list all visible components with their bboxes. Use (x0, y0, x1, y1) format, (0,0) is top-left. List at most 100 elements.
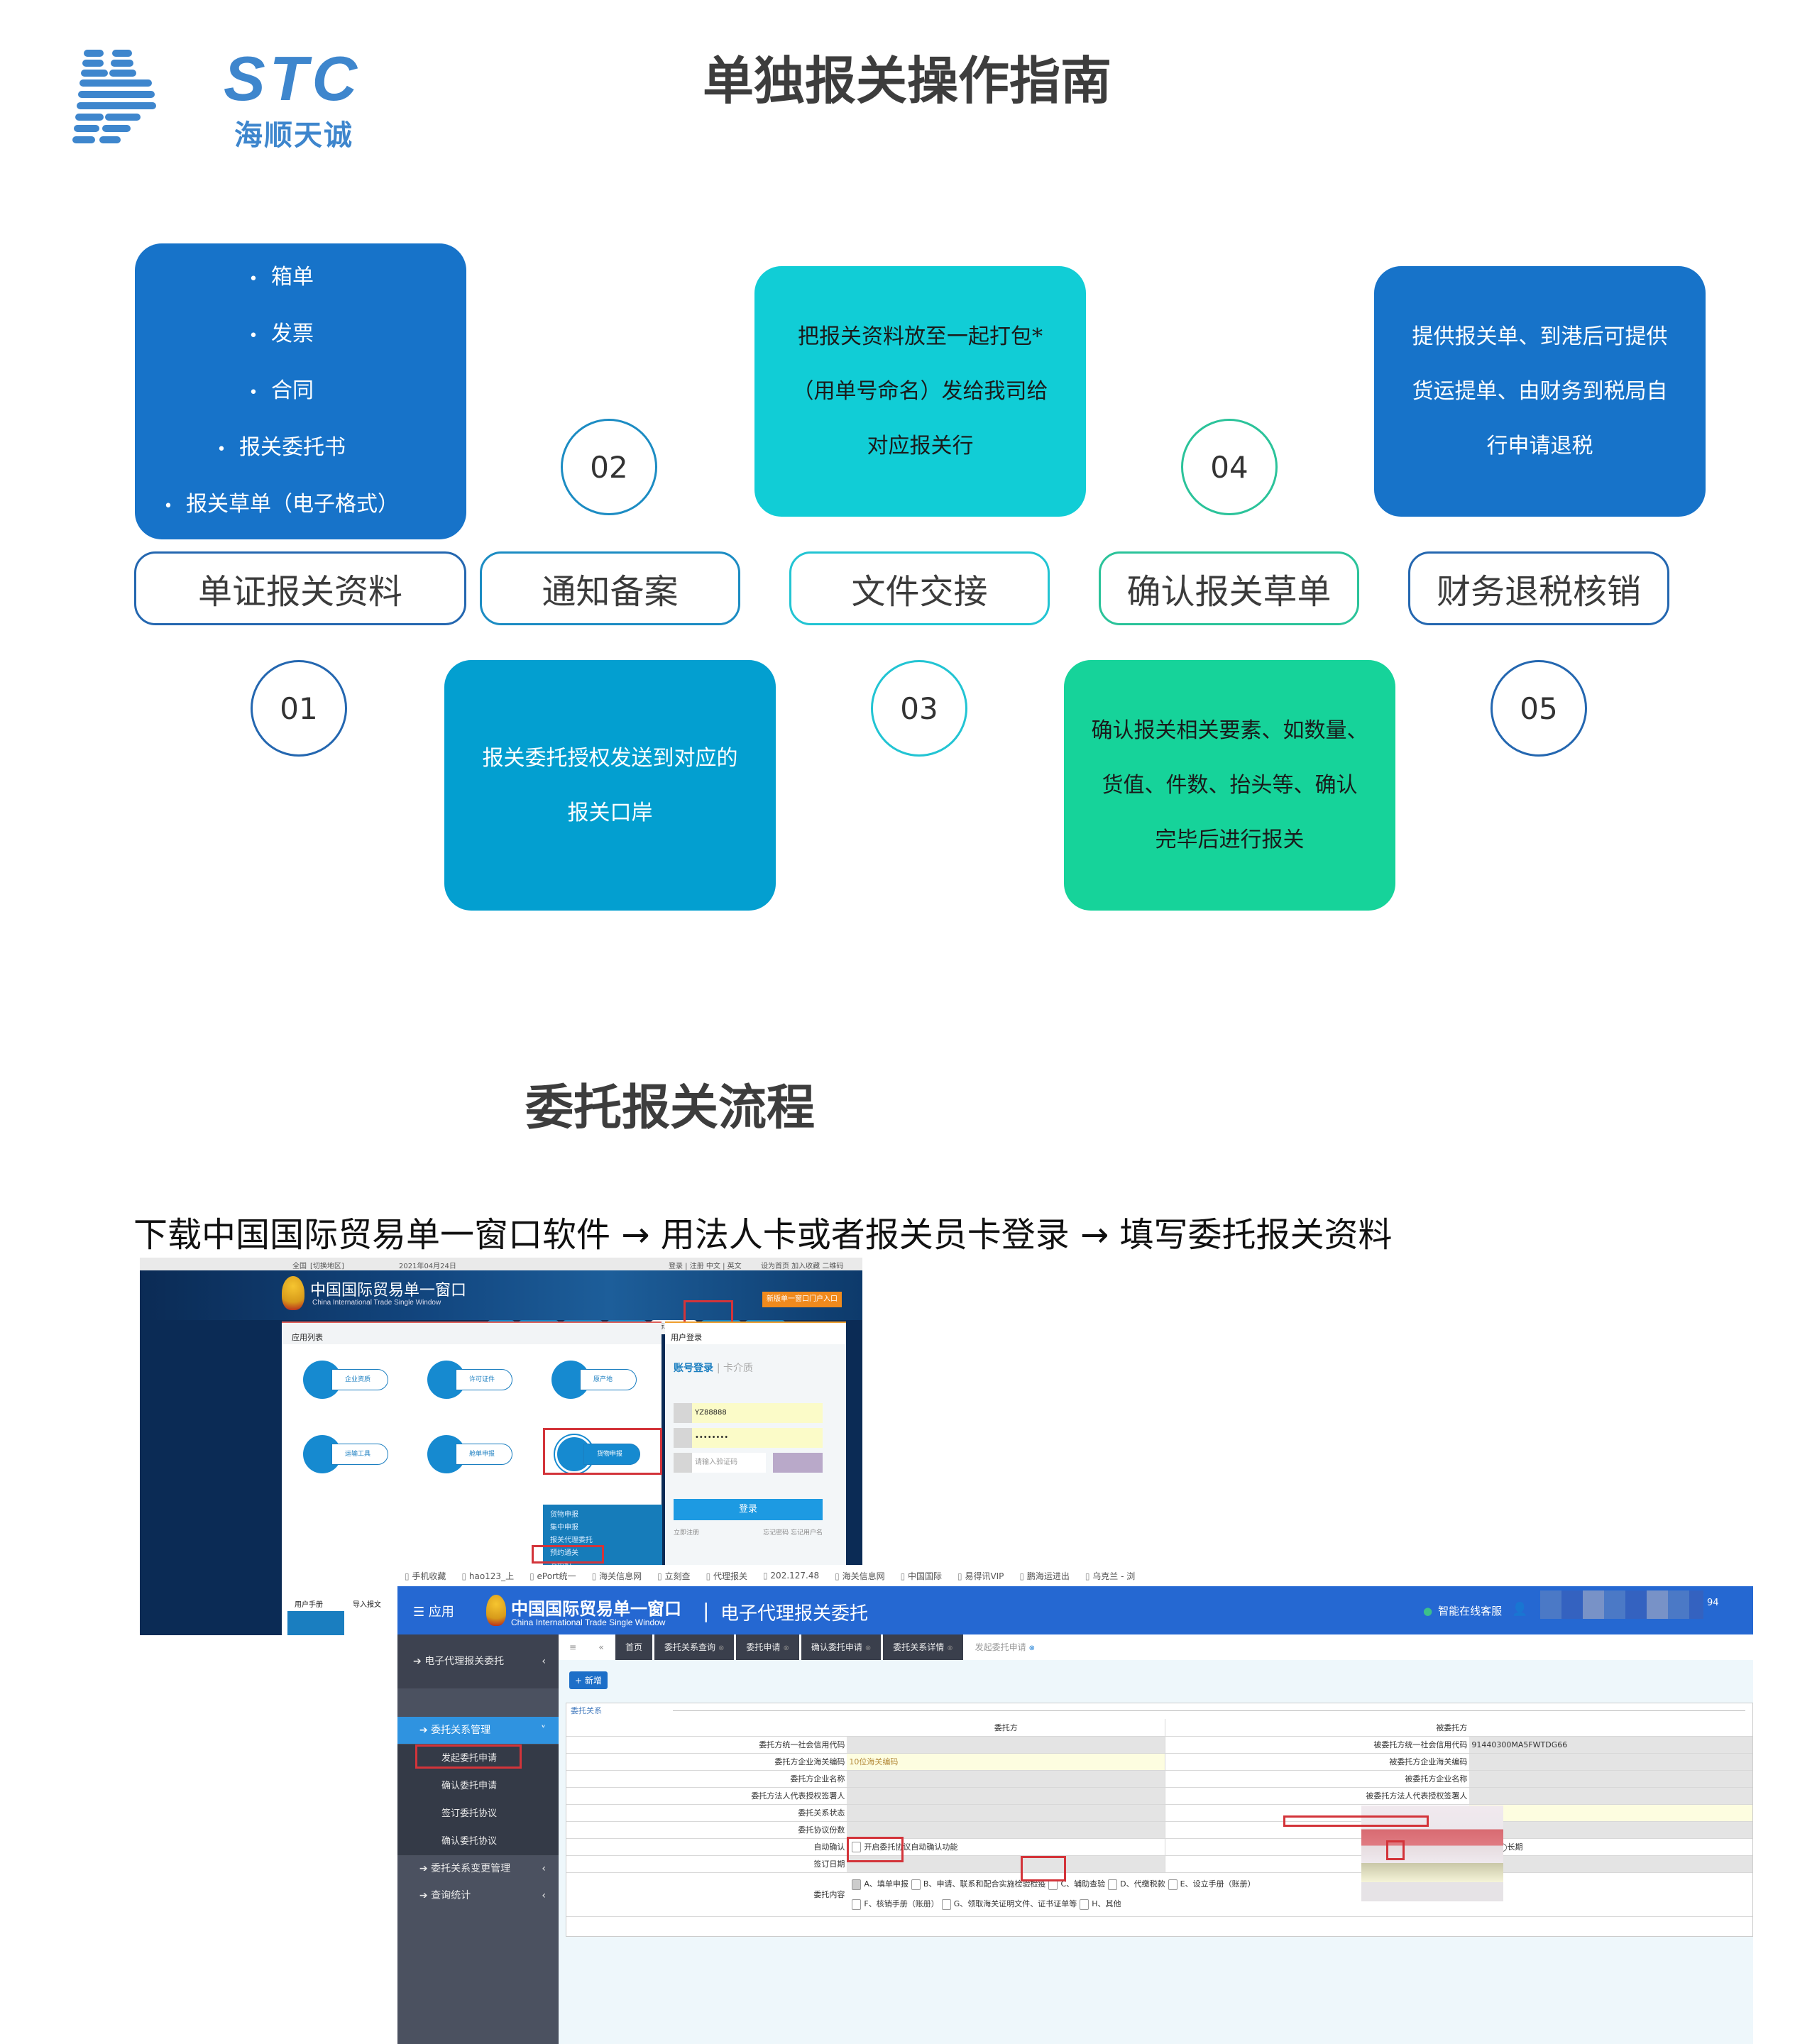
forgot-password-link[interactable]: 忘记密码 (763, 1529, 789, 1537)
sidebar-group-stats[interactable]: ➔ 查询统计 ‹ (397, 1882, 559, 1909)
highlight-box (415, 1744, 522, 1769)
bookmark[interactable]: ePort统一 (529, 1570, 576, 1582)
bookmark[interactable]: 海关信息网 (835, 1570, 885, 1582)
sidebar-root[interactable]: ➔ 电子代理报关委托 ‹ (397, 1634, 559, 1688)
close-icon: ⊗ (1028, 1644, 1036, 1652)
bookmark[interactable]: 立刻查 (657, 1570, 691, 1582)
bookmark[interactable]: 代理报关 (706, 1570, 747, 1582)
app-tile[interactable]: 运输工具 (303, 1435, 395, 1473)
app-tile[interactable]: 原产地 (551, 1361, 644, 1399)
bookmark[interactable]: hao123_上 (461, 1570, 514, 1582)
doc-item: 发票 (150, 307, 399, 363)
scroll-left-icon[interactable]: « (587, 1634, 615, 1660)
customs-emblem-icon (282, 1276, 304, 1310)
flow-instructions: 下载中国国际贸易单一窗口软件 → 用法人卡或者报关员卡登录 → 填写委托报关资料 (133, 1207, 1393, 1256)
dropdown-item[interactable]: 货物申报 (550, 1509, 655, 1522)
bookmark[interactable]: 202.127.48 (763, 1571, 819, 1581)
app-tile[interactable]: 舱单申报 (427, 1435, 520, 1473)
tab[interactable]: 委托关系详情 ⊗ (883, 1634, 963, 1660)
sidebar-item[interactable]: 确认委托协议 (397, 1828, 559, 1855)
highlight-box (1021, 1856, 1066, 1881)
card-line: 对应报关行 (867, 434, 974, 458)
content-options: A、填单申报 B、申请、联系和配合实施检验检疫 C、辅助查验 D、代缴税款 E、设立手册… (847, 1872, 1752, 1917)
sidebar-group-change[interactable]: ➔ 委托关系变更管理 ‹ (397, 1855, 559, 1882)
card-line: 货值、件数、抬头等、确认 (1102, 773, 1358, 798)
card-line: 报关委托授权发送到对应的 (482, 745, 738, 771)
step-label-02: 通知备案 (480, 551, 740, 625)
captcha-input[interactable]: 请输入验证码 (674, 1453, 766, 1473)
credit-code-field[interactable] (847, 1736, 1165, 1754)
step-number-05: 05 (1491, 660, 1587, 757)
sidebar-item[interactable]: 签订委托协议 (397, 1800, 559, 1828)
customs-code-input[interactable]: 10位海关编码 (847, 1753, 1165, 1771)
chevron-left-icon: ‹ (542, 1890, 546, 1901)
step-label-03: 文件交接 (789, 551, 1050, 625)
portal-title: 中国国际贸易单一窗口 (310, 1282, 467, 1300)
sidebar-item[interactable]: 确认委托申请 (397, 1772, 559, 1800)
logo-h-mark (71, 50, 213, 145)
login-title: 用户登录 (671, 1333, 702, 1342)
highlight-box (532, 1545, 604, 1564)
username-input[interactable]: YZ88888 (674, 1403, 823, 1423)
tab[interactable]: 委托申请 ⊗ (736, 1634, 799, 1660)
tab-user-manual[interactable]: 用户手册 (295, 1598, 323, 1609)
portal-header: 中国国际贸易单一窗口 China International Trade Sin… (140, 1270, 862, 1334)
doc-item: 报关委托书 (150, 420, 399, 477)
highlight-box (543, 1428, 662, 1475)
agency-app-screenshot: 手机收藏 hao123_上 ePort统一 海关信息网 立刻查 代理报关 202… (397, 1565, 1753, 2044)
step-label-05: 财务退税核销 (1408, 551, 1669, 625)
new-portal-button[interactable]: 新版单一窗口门户入口 (762, 1292, 842, 1307)
company-name-field[interactable] (847, 1770, 1165, 1788)
tab[interactable]: 确认委托申请 ⊗ (801, 1634, 882, 1660)
tab-active[interactable]: 发起委托申请 ⊗ (965, 1634, 1045, 1660)
captcha-image[interactable] (773, 1453, 823, 1473)
dropdown-item[interactable]: 集中申报 (550, 1522, 655, 1534)
menu-button[interactable]: ☰ 应用 (413, 1602, 454, 1620)
online-service-link[interactable]: 智能在线客服 (1423, 1603, 1502, 1618)
step-label-04: 确认报关草单 (1099, 551, 1359, 625)
agent-credit-code[interactable]: 91440300MA5FWTDG66 (1469, 1736, 1752, 1754)
tab[interactable]: 委托关系查询 ⊗ (654, 1634, 735, 1660)
bookmark[interactable]: 手机收藏 (405, 1570, 446, 1582)
main-content: ≡ « 首页 委托关系查询 ⊗ 委托申请 ⊗ 确认委托申请 ⊗ 委托关系详情 ⊗ 发起委… (559, 1634, 1753, 2044)
sidebar: ➔ 电子代理报关委托 ‹ ➔ 委托关系管理 ˅ 发起委托申请 确认委托申请 签订委托… (397, 1634, 559, 2044)
app-tile[interactable]: 企业资质 (303, 1361, 395, 1399)
password-input[interactable]: •••••••• (674, 1428, 823, 1448)
app-list-title: 应用列表 (292, 1333, 323, 1342)
app-list-panel: 应用列表 企业资质 许可证件 原产地 运输工具 舱单申报 货物申报 货物申报 集… (282, 1322, 662, 1591)
step-01-card: 箱单 发票 合同 报关委托书 报关草单（电子格式） (135, 243, 466, 539)
register-link[interactable]: 立即注册 (674, 1527, 699, 1537)
step-02-card: 报关委托授权发送到对应的 报关口岸 (444, 660, 776, 911)
close-icon: ⊗ (718, 1644, 725, 1652)
bookmark[interactable]: 鹏海运进出 (1019, 1570, 1070, 1582)
login-register-links[interactable]: 登录 | 注册 中文 | 英文 (669, 1260, 742, 1270)
mode-radio-group[interactable]: ◯逐票 ◯长期 (1469, 1838, 1752, 1856)
topbar-right-links[interactable]: 设为首页 加入收藏 二维码 (761, 1260, 843, 1270)
bookmark[interactable]: 中国国际 (901, 1570, 942, 1582)
logo-brand: STC (224, 43, 361, 114)
tab-import[interactable]: 导入报文 (353, 1598, 381, 1609)
sidebar-group-manage[interactable]: ➔ 委托关系管理 ˅ (397, 1717, 559, 1744)
card-line: 行申请退税 (1486, 434, 1593, 458)
login-tabs[interactable]: 账号登录 | 卡介质 (674, 1361, 753, 1375)
card-line: 报关口岸 (567, 800, 653, 825)
user-icon[interactable]: 👤 (1512, 1602, 1527, 1617)
chevron-down-icon: ˅ (541, 1725, 546, 1736)
app-tile[interactable]: 许可证件 (427, 1361, 520, 1399)
menu-toggle-icon[interactable]: ≡ (559, 1634, 587, 1660)
login-button[interactable]: 登录 (674, 1499, 823, 1520)
tab[interactable]: 首页 (615, 1634, 653, 1660)
bookmark[interactable]: 易得讯VIP (957, 1570, 1004, 1582)
logo-cn-name: 海顺天诚 (234, 119, 353, 152)
chevron-left-icon: ‹ (542, 1656, 546, 1667)
validity-input[interactable] (1469, 1804, 1752, 1822)
app-title: 中国国际贸易单一窗口 (511, 1599, 681, 1619)
close-icon: ⊗ (947, 1644, 953, 1652)
bookmark[interactable]: 乌克兰 - 浏 (1085, 1570, 1135, 1582)
forgot-username-link[interactable]: 忘记用户名 (791, 1529, 823, 1537)
app-header: ☰ 应用 中国国际贸易单一窗口 China International Trad… (397, 1586, 1753, 1634)
switch-region-link[interactable]: [切换地区] (310, 1260, 344, 1270)
bookmark[interactable]: 海关信息网 (592, 1570, 642, 1582)
page-title: 单独报关操作指南 (703, 51, 1112, 111)
add-button[interactable]: + 新增 (569, 1671, 608, 1689)
